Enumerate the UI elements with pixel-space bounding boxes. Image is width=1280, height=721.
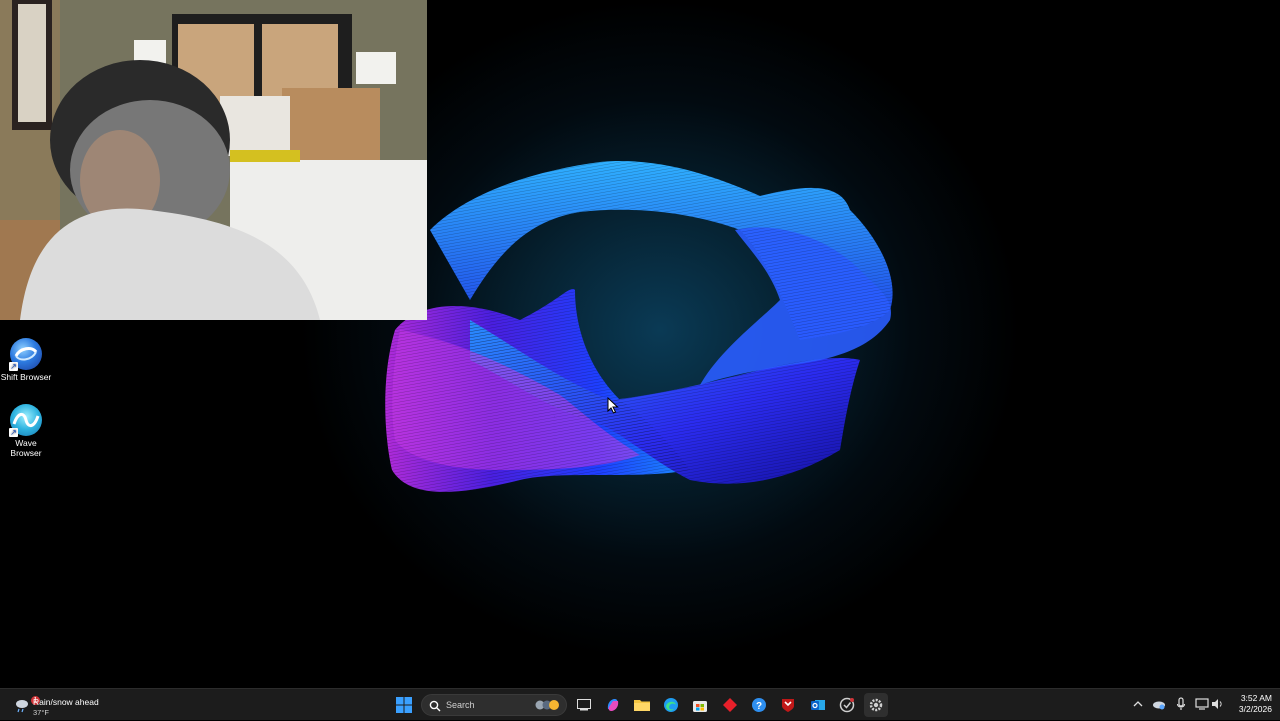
start-icon <box>396 697 412 713</box>
chevron-up-icon <box>1133 701 1143 707</box>
settings-icon <box>869 698 883 712</box>
onedrive-icon <box>1153 701 1165 710</box>
help-button[interactable]: ? <box>747 693 771 717</box>
clock-time: 3:52 AM <box>1240 693 1272 703</box>
red-diamond-app-button[interactable] <box>718 693 742 717</box>
outlook-button[interactable] <box>806 693 830 717</box>
svg-text:?: ? <box>756 701 762 712</box>
app-button[interactable] <box>835 693 859 717</box>
search-highlight-icon <box>535 700 559 710</box>
wave-browser-icon: ↗ <box>9 404 42 437</box>
file-explorer-icon <box>634 700 650 711</box>
outlook-icon <box>811 700 825 710</box>
task-view-icon <box>577 699 591 711</box>
onedrive-tray-button[interactable] <box>1152 697 1166 711</box>
weather-rain-snow-icon <box>16 700 28 713</box>
file-explorer-button[interactable] <box>630 693 654 717</box>
taskbar-search-box[interactable]: Search <box>421 694 567 716</box>
copilot-button[interactable] <box>601 693 625 717</box>
copilot-icon <box>607 699 619 711</box>
shortcut-arrow-icon: ↗ <box>9 428 18 437</box>
start-button[interactable] <box>392 693 416 717</box>
settings-button[interactable] <box>864 693 888 717</box>
microphone-icon <box>1176 697 1186 710</box>
microsoft-store-button[interactable] <box>688 693 712 717</box>
mcafee-button[interactable] <box>776 693 800 717</box>
show-hidden-icons-button[interactable] <box>1131 697 1145 711</box>
desktop-icon-wave-browser[interactable]: ↗ Wave Browser <box>0 404 52 458</box>
taskbar: 1 Rain/snow ahead 37°F Search ? 3:52 AM … <box>0 688 1280 720</box>
desktop-icon-shift-browser[interactable]: ↗ Shift Browser <box>0 338 52 382</box>
search-placeholder: Search <box>446 700 475 710</box>
weather-title: Rain/snow ahead <box>33 697 99 707</box>
network-tray-button[interactable] <box>1195 697 1209 711</box>
volume-tray-button[interactable] <box>1210 697 1224 711</box>
help-icon: ? <box>752 698 766 712</box>
desktop-icon-label: Shift Browser <box>0 372 52 382</box>
task-view-button[interactable] <box>572 693 596 717</box>
weather-temperature: 37°F <box>33 708 49 717</box>
edge-button[interactable] <box>659 693 683 717</box>
shortcut-arrow-icon: ↗ <box>9 362 18 371</box>
microphone-tray-button[interactable] <box>1174 697 1188 711</box>
webcam-overlay <box>0 0 427 320</box>
desktop[interactable]: ↗ Shift Browser ↗ Wave Browser <box>0 0 1280 688</box>
app-icon <box>839 697 855 713</box>
desktop-icon-label: Wave Browser <box>10 438 42 458</box>
clock-date: 3/2/2026 <box>1238 704 1272 714</box>
volume-icon <box>1212 699 1222 709</box>
search-icon <box>429 700 441 712</box>
mcafee-icon <box>782 699 794 712</box>
mouse-cursor-icon <box>607 397 619 414</box>
network-icon <box>1195 698 1209 710</box>
red-diamond-app-icon <box>723 698 737 712</box>
microsoft-store-icon <box>693 701 707 712</box>
webcam-feed-image <box>0 0 427 320</box>
weather-widget[interactable]: 1 Rain/snow ahead 37°F <box>10 693 130 717</box>
edge-icon <box>664 698 678 712</box>
taskbar-clock[interactable]: 3:52 AM 3/2/2026 <box>1226 693 1272 715</box>
shift-browser-icon: ↗ <box>9 338 42 371</box>
